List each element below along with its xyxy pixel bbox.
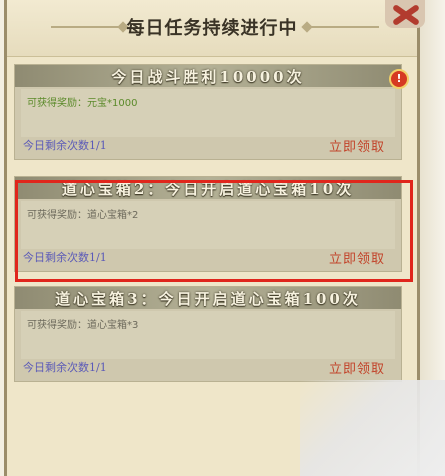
task-card-2: 道心宝箱2：今日开启道心宝箱10次 可获得奖励：道心宝箱*2 今日剩余次数1/1… (14, 176, 402, 272)
claim-button[interactable]: 立即领取 (329, 248, 385, 267)
task-remaining: 今日剩余次数1/1 (23, 139, 107, 152)
task-title: 今日战斗胜利10000次 (111, 68, 305, 86)
blur-overlay (300, 380, 445, 476)
task-title: 道心宝箱3：今日开启道心宝箱100次 (55, 290, 361, 308)
task-remaining: 今日剩余次数1/1 (23, 361, 107, 374)
task-card-header: 道心宝箱3：今日开启道心宝箱100次 (15, 287, 401, 309)
task-reward: 可获得奖励：道心宝箱*2 (27, 210, 139, 221)
task-card-3: 道心宝箱3：今日开启道心宝箱100次 可获得奖励：道心宝箱*3 今日剩余次数1/… (14, 286, 402, 382)
task-reward: 可获得奖励：元宝*1000 (27, 98, 138, 109)
exclamation-icon[interactable]: ! (389, 69, 409, 89)
close-button[interactable] (385, 0, 425, 28)
task-card-header: 今日战斗胜利10000次 (15, 65, 401, 87)
task-card-header: 道心宝箱2：今日开启道心宝箱10次 (15, 177, 401, 199)
task-remaining: 今日剩余次数1/1 (23, 251, 107, 264)
task-card-1: 今日战斗胜利10000次 ! 可获得奖励：元宝*1000 今日剩余次数1/1 立… (14, 64, 409, 160)
panel-header: 每日任务持续进行中 (7, 0, 417, 57)
claim-button[interactable]: 立即领取 (329, 358, 385, 377)
title-ornament-right (307, 26, 379, 28)
task-reward: 可获得奖励：道心宝箱*3 (27, 320, 139, 331)
claim-button[interactable]: 立即领取 (329, 136, 385, 155)
task-title: 道心宝箱2：今日开启道心宝箱10次 (61, 180, 355, 198)
